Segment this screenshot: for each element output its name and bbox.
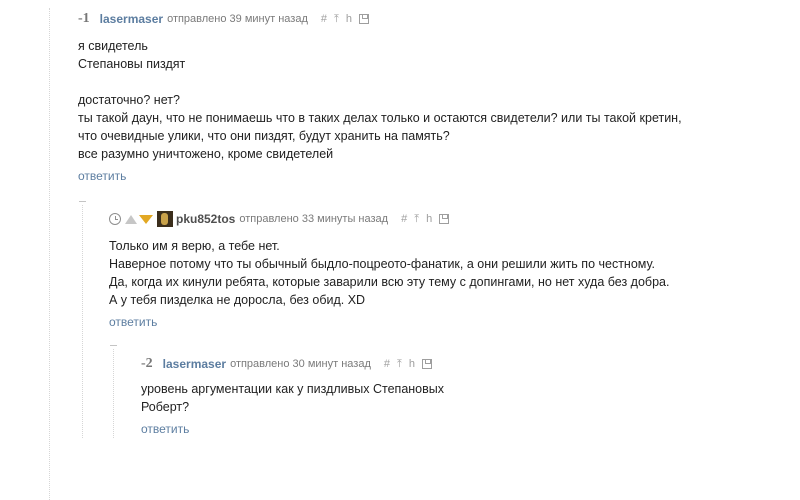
comment-timestamp[interactable]: отправлено 39 минут назад — [167, 13, 308, 25]
upvote-icon[interactable] — [125, 214, 137, 224]
thread-link-icon[interactable]: h — [346, 13, 352, 25]
comment-author[interactable]: lasermaser — [163, 357, 226, 371]
downvote-icon[interactable] — [139, 214, 153, 224]
comment-text-line: ты такой даун, что не понимаешь что в та… — [78, 111, 682, 125]
comment-text-line: я свидетель — [78, 39, 148, 53]
save-icon[interactable] — [439, 214, 450, 224]
comment-text-line: что очевидные улики, что они пиздят, буд… — [78, 129, 450, 143]
comment-timestamp[interactable]: отправлено 30 минут назад — [230, 358, 371, 370]
comment-text-line: все разумно уничтожено, кроме свидетелей — [78, 147, 334, 161]
comment-header: pku852tos отправлено 33 минуты назад # ⤒… — [109, 211, 669, 227]
comment-text-line: Степановы пиздят — [78, 57, 186, 71]
comment: -2 lasermaser отправлено 30 минут назад … — [141, 356, 444, 436]
thread-line-level-2 — [82, 205, 83, 438]
thread-link-icon[interactable]: h — [426, 213, 432, 225]
comment-score: -2 — [141, 356, 153, 371]
avatar[interactable] — [157, 211, 173, 227]
comment-body: я свидетель Степановы пиздят достаточно?… — [78, 37, 682, 163]
comment-text-line: Наверное потому что ты обычный быдло-поц… — [109, 257, 655, 271]
reply-link[interactable]: ответить — [109, 315, 669, 329]
thread-line-level-3 — [113, 349, 114, 438]
comment-text-line: Роберт? — [141, 400, 190, 414]
parent-comment-icon[interactable]: ⤒ — [397, 358, 402, 370]
hash-link-icon[interactable]: # — [401, 213, 407, 225]
comment-author[interactable]: lasermaser — [100, 12, 163, 26]
parent-comment-icon[interactable]: ⤒ — [334, 13, 339, 25]
save-icon[interactable] — [359, 14, 369, 24]
comment-text-line: уровень аргументации как у пиздливых Сте… — [141, 382, 445, 396]
save-icon[interactable] — [422, 359, 432, 369]
comment: pku852tos отправлено 33 минуты назад # ⤒… — [109, 211, 669, 329]
reply-link[interactable]: ответить — [78, 169, 682, 183]
comment-header: -2 lasermaser отправлено 30 минут назад … — [141, 356, 444, 372]
hash-link-icon[interactable]: # — [321, 13, 327, 25]
comment-text-line: достаточно? нет? — [78, 93, 180, 107]
comment-author[interactable]: pku852tos — [176, 212, 235, 226]
comment-body: Только им я верю, а тебе нет. Наверное п… — [109, 237, 669, 309]
comment-timestamp[interactable]: отправлено 33 минуты назад — [239, 213, 388, 225]
comment-header: -1 lasermaser отправлено 39 минут назад … — [78, 11, 682, 27]
comment-text-line — [78, 73, 682, 91]
hash-link-icon[interactable]: # — [384, 358, 390, 370]
comment-text-line: А у тебя пизделка не доросла, без обид. … — [109, 293, 366, 307]
parent-comment-icon[interactable]: ⤒ — [414, 213, 419, 225]
reply-link[interactable]: ответить — [141, 422, 444, 436]
comment-score: -1 — [78, 11, 90, 26]
comment-body: уровень аргументации как у пиздливых Сте… — [141, 380, 444, 416]
thread-link-icon[interactable]: h — [409, 358, 415, 370]
thread-line-level-1 — [49, 8, 50, 500]
comment: -1 lasermaser отправлено 39 минут назад … — [78, 11, 682, 183]
comment-text-line: Да, когда их кинули ребята, которые зава… — [109, 275, 670, 289]
comment-text-line: Только им я верю, а тебе нет. — [109, 239, 280, 253]
clock-icon — [109, 213, 121, 225]
